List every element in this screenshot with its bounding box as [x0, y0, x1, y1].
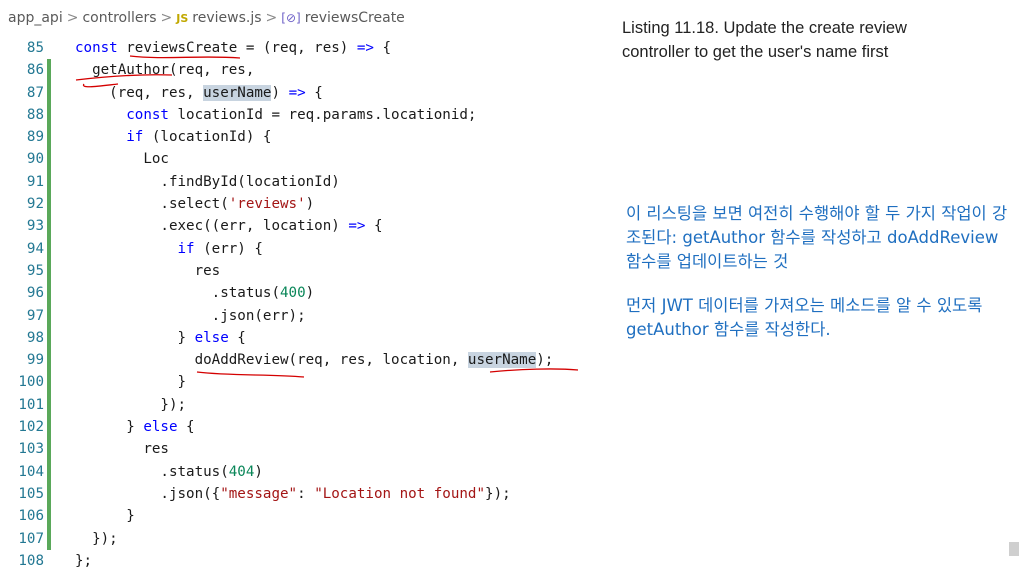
code-text[interactable]: } [75, 371, 186, 393]
line-number: 108 [18, 552, 44, 569]
code-text[interactable]: const reviewsCreate = (req, res) => { [75, 37, 391, 59]
listing-caption: Listing 11.18. Update the create review … [622, 19, 907, 61]
gutter-change-marker [47, 126, 51, 149]
underline-do-add-review [196, 371, 305, 378]
breadcrumb-folder-app-api[interactable]: app_api [8, 10, 63, 26]
code-text[interactable]: } [75, 505, 135, 527]
gutter-change-marker [47, 393, 51, 417]
line-number: 98 [26, 329, 44, 346]
gutter-change-marker [47, 81, 51, 104]
line-number: 90 [26, 151, 44, 168]
gutter-change-marker [47, 215, 51, 238]
breadcrumb-separator: > [160, 10, 173, 26]
line-number: 96 [26, 285, 44, 302]
code-text[interactable]: .select('reviews') [75, 193, 314, 215]
line-number: 100 [18, 374, 44, 391]
gutter-change-marker [47, 505, 51, 528]
code-text[interactable]: res [75, 260, 221, 282]
code-text[interactable]: if (locationId) { [75, 126, 271, 148]
gutter-change-marker [47, 304, 51, 327]
code-text[interactable]: getAuthor(req, res, [75, 59, 254, 81]
breadcrumb-separator: > [265, 10, 278, 26]
code-text[interactable]: Loc [75, 148, 169, 170]
line-number: 92 [26, 196, 44, 213]
gutter-change-marker [47, 237, 51, 260]
gutter-change-marker [47, 550, 51, 572]
line-number: 103 [18, 441, 44, 458]
code-text[interactable]: }); [75, 394, 186, 416]
gutter-change-marker [47, 148, 51, 171]
line-number: 94 [26, 240, 44, 257]
breadcrumb-folder-controllers[interactable]: controllers [82, 10, 156, 26]
gutter-change-marker [47, 326, 51, 350]
line-number: 105 [18, 485, 44, 502]
breadcrumb-separator: > [66, 10, 79, 26]
line-number: 95 [26, 262, 44, 279]
line-number: 97 [26, 307, 44, 324]
gutter-change-marker [47, 416, 51, 439]
gutter-change-marker [47, 482, 51, 506]
scroll-corner-icon [1009, 542, 1019, 556]
code-text[interactable]: .json(err); [75, 305, 306, 327]
code-text[interactable]: .json({"message": "Location not found"})… [75, 483, 510, 505]
code-text[interactable]: .status(400) [75, 282, 315, 304]
line-number: 89 [26, 129, 44, 146]
line-number: 101 [18, 396, 44, 413]
breadcrumb-file-reviews-js[interactable]: reviews.js [192, 10, 261, 26]
korean-note-2: 먼저 JWT 데이터를 가져오는 메소드를 알 수 있도록 getAuthor … [626, 296, 983, 339]
code-text[interactable]: }; [75, 550, 92, 572]
gutter-change-marker [47, 103, 51, 127]
gutter-change-marker [47, 282, 51, 305]
line-number: 99 [26, 352, 44, 369]
line-number: 85 [26, 40, 44, 56]
breadcrumb: app_api > controllers > JS reviews.js > [⊘] revi… [8, 10, 405, 28]
js-file-icon: JS [176, 12, 189, 25]
line-number: 102 [18, 419, 44, 436]
line-number: 86 [26, 62, 44, 79]
code-text[interactable]: }); [75, 528, 118, 550]
line-number: 87 [26, 84, 44, 101]
korean-note-1: 이 리스팅을 보면 여전히 수행해야 할 두 가지 작업이 강조된다: getA… [626, 204, 1008, 271]
gutter-change-marker [47, 259, 51, 283]
code-editor[interactable]: app_api > controllers > JS reviews.js > [⊘] revi… [0, 0, 600, 572]
code-text[interactable]: const locationId = req.params.locationid… [75, 104, 476, 126]
code-text[interactable]: } else { [75, 416, 194, 438]
gutter-change-marker [47, 59, 51, 82]
gutter-change-marker [47, 349, 51, 372]
code-text[interactable]: .findById(locationId) [75, 171, 339, 193]
line-number: 106 [18, 508, 44, 525]
gutter-change-marker [47, 371, 51, 394]
gutter-change-marker [47, 170, 51, 194]
code-text[interactable]: } else { [75, 327, 245, 349]
line-number: 91 [26, 173, 44, 190]
code-text[interactable]: (req, res, userName) => { [75, 82, 323, 104]
line-number: 104 [18, 463, 44, 480]
variable-symbol-icon: [⊘] [281, 11, 301, 25]
line-number: 107 [18, 530, 44, 547]
code-text[interactable]: .status(404) [75, 461, 263, 483]
gutter-change-marker [47, 527, 51, 550]
code-text[interactable]: doAddReview(req, res, location, userName… [75, 349, 553, 371]
gutter-change-marker [47, 37, 51, 59]
line-number: 93 [26, 218, 44, 235]
code-text[interactable]: if (err) { [75, 238, 263, 260]
gutter-change-marker [47, 460, 51, 483]
breadcrumb-symbol-reviews-create[interactable]: reviewsCreate [305, 10, 405, 26]
gutter-change-marker [47, 193, 51, 216]
line-number: 88 [26, 106, 44, 123]
code-text[interactable]: res [75, 438, 169, 460]
notes-panel: Listing 11.18. Update the create review … [622, 0, 1019, 572]
code-text[interactable]: .exec((err, location) => { [75, 215, 382, 237]
gutter-change-marker [47, 438, 51, 461]
